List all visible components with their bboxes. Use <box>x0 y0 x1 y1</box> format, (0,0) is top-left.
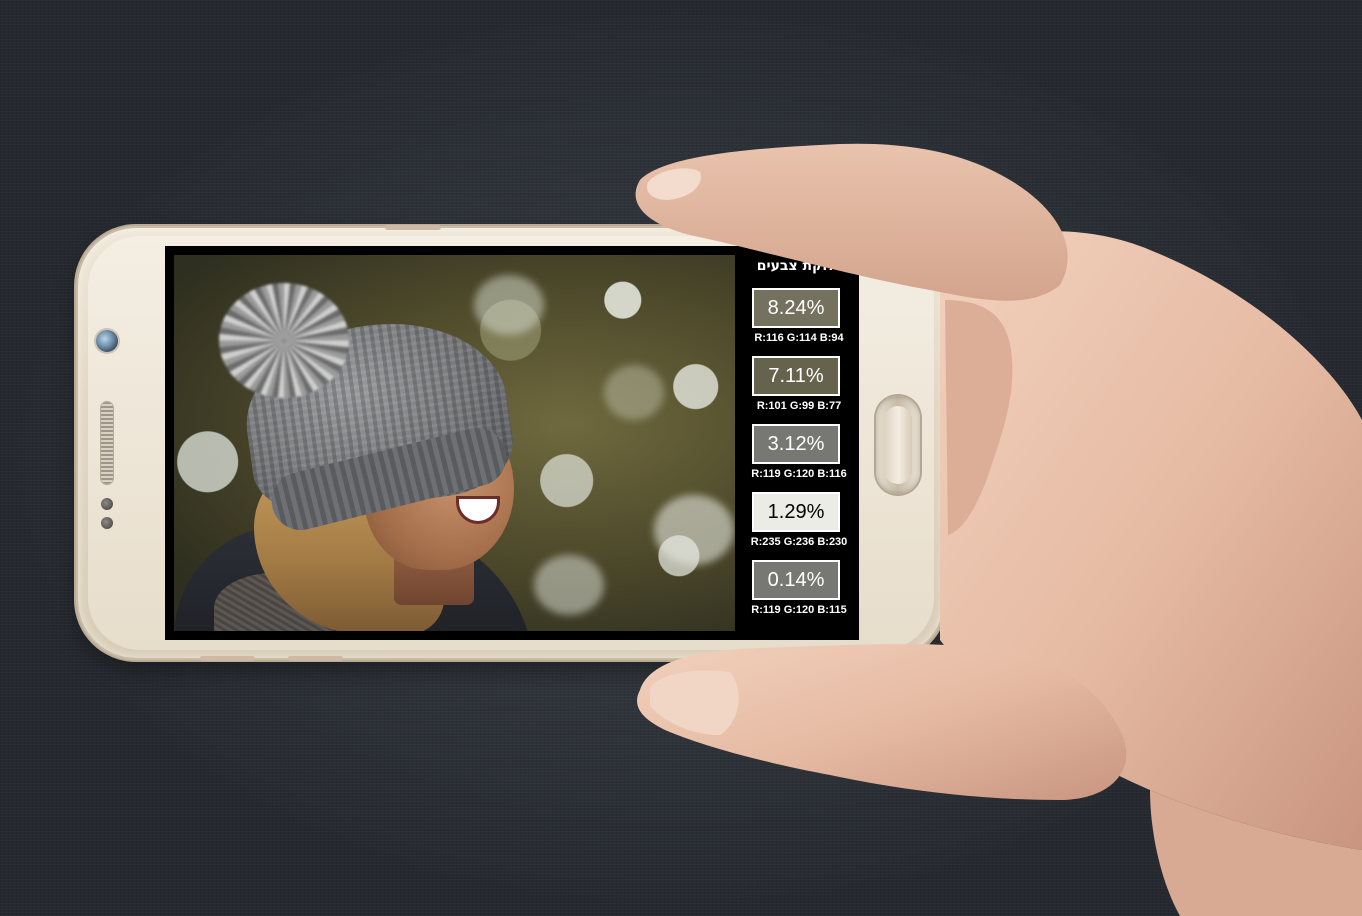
beanie-pompom <box>219 283 349 398</box>
bokeh-highlight <box>604 365 664 420</box>
side-button-bottom-2 <box>288 656 343 661</box>
color-swatch-1[interactable]: 8.24% <box>752 288 840 328</box>
swatch-rgb-label: R:116 G:114 B:94 <box>754 332 844 344</box>
swatch-percent: 8.24% <box>767 296 825 319</box>
speaker-grille-icon <box>101 402 113 484</box>
front-camera-icon <box>96 330 118 352</box>
light-sensor-icon <box>101 517 113 529</box>
proximity-sensor-icon <box>101 498 113 510</box>
swatch-rgb-label: R:235 G:236 B:230 <box>750 536 848 548</box>
volume-button <box>385 225 441 230</box>
home-button-icon[interactable] <box>876 396 920 494</box>
bokeh-highlight <box>474 275 544 335</box>
swatch-percent: 3.12% <box>767 432 825 455</box>
swatch-percent: 7.11% <box>768 364 824 387</box>
swatch-rgb-label: R:101 G:99 B:77 <box>756 400 842 412</box>
phone-screen: חלוקת צבעים 8.24% R:116 G:114 B:94 7.11%… <box>165 246 859 640</box>
color-swatch-2[interactable]: 7.11% <box>752 356 840 396</box>
swatch-rgb-label: R:119 G:120 B:116 <box>751 468 847 480</box>
analyzed-photo <box>174 255 735 631</box>
color-swatch-4[interactable]: 1.29% <box>752 492 840 532</box>
color-swatch-5[interactable]: 0.14% <box>752 560 840 600</box>
swatch-rgb-label: R:119 G:120 B:115 <box>751 604 847 616</box>
bokeh-highlight <box>534 555 604 615</box>
color-distribution-panel: חלוקת צבעים 8.24% R:116 G:114 B:94 7.11%… <box>743 246 859 640</box>
bokeh-highlight <box>654 495 734 565</box>
panel-title: חלוקת צבעים <box>756 258 846 274</box>
color-swatch-3[interactable]: 3.12% <box>752 424 840 464</box>
side-button-bottom-1 <box>200 656 255 661</box>
swatch-percent: 0.14% <box>767 568 825 591</box>
swatch-percent: 1.29% <box>767 500 825 523</box>
